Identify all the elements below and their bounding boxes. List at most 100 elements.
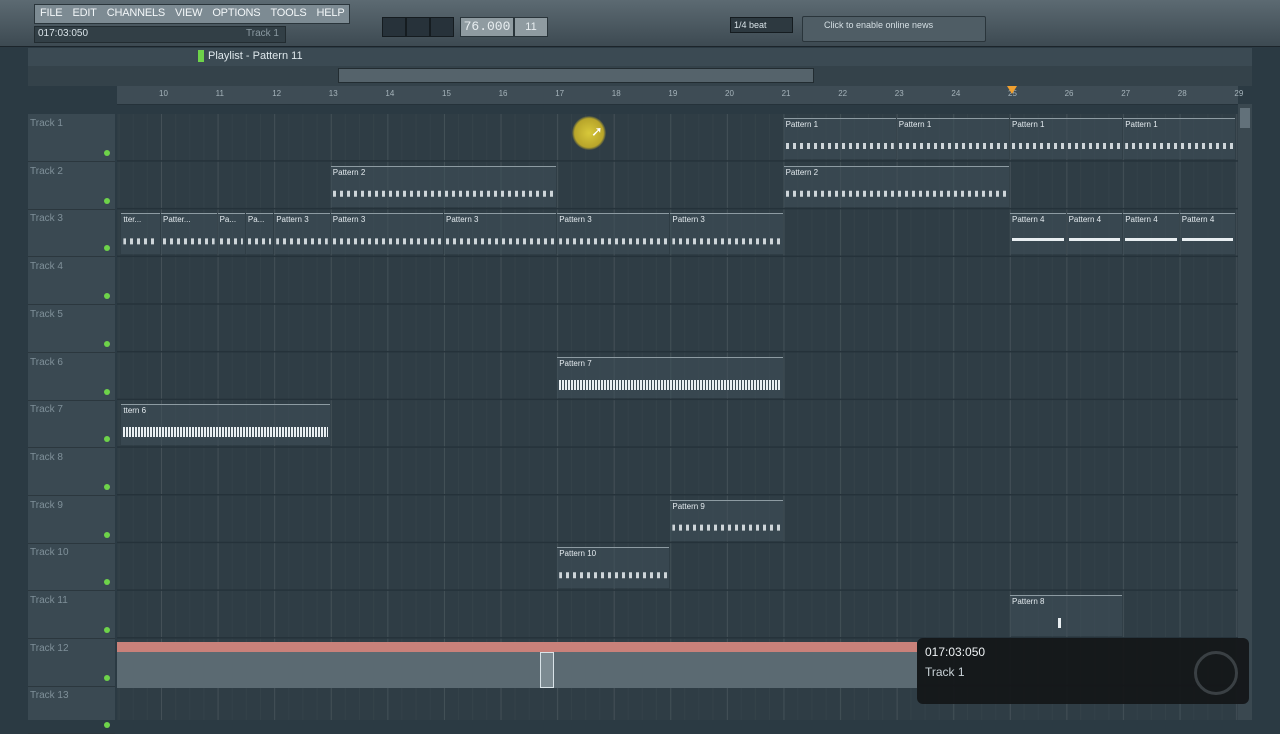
- tempo-display[interactable]: 76.000: [460, 17, 514, 37]
- pattern-clip[interactable]: Pattern 7: [557, 356, 783, 398]
- track-mute-icon[interactable]: [104, 197, 110, 204]
- track-name: Track 8: [30, 451, 63, 463]
- pattern-clip[interactable]: Pattern 1: [896, 118, 1009, 159]
- pattern-clip[interactable]: tter...: [121, 213, 160, 255]
- clip-label: Pattern 4: [1068, 215, 1102, 225]
- pattern-clip[interactable]: Pattern 1: [1010, 118, 1123, 159]
- pattern-clip[interactable]: Pattern 3: [444, 213, 557, 255]
- hint-track: Track 1: [246, 28, 279, 39]
- clip-label: Pattern 2: [332, 167, 366, 177]
- track-mute-icon[interactable]: [104, 293, 110, 300]
- timeline-ruler[interactable]: 10 11 12 13 14 15 16 17 18 19 20 21 22 23 24 25 26 27 28 29: [117, 86, 1243, 105]
- track-name: Track 11: [30, 595, 68, 606]
- track-header[interactable]: Track 11: [28, 591, 115, 639]
- clip-label: Pattern 3: [276, 215, 309, 225]
- menu-help[interactable]: HELP: [312, 5, 350, 23]
- menu-options[interactable]: OPTIONS: [207, 5, 265, 23]
- track-header[interactable]: Track 7: [28, 400, 115, 449]
- track-name: Track 9: [30, 499, 63, 511]
- track-mute-icon[interactable]: [104, 483, 110, 490]
- ruler-bar-number: 19: [668, 89, 678, 98]
- loading-circle-icon: [1194, 651, 1238, 695]
- pattern-clip[interactable]: Pattern 4: [1010, 213, 1066, 255]
- track-mute-icon[interactable]: [104, 340, 110, 347]
- pattern-selector[interactable]: 11: [514, 17, 548, 37]
- pattern-clip[interactable]: Pa...: [245, 213, 274, 255]
- horizontal-scrollbar[interactable]: [338, 68, 814, 83]
- clip-label: ttern 6: [123, 406, 147, 416]
- pattern-clip[interactable]: Pattern 10: [557, 547, 670, 589]
- track-mute-icon[interactable]: [104, 674, 110, 681]
- pattern-clip[interactable]: Pattern 2: [783, 165, 1009, 207]
- clip-preview: [1012, 143, 1121, 149]
- track-mute-icon[interactable]: [104, 722, 110, 729]
- ruler-bar-number: 21: [781, 89, 791, 98]
- online-news-text: Click to enable online news: [824, 20, 934, 30]
- menu-file[interactable]: FILE: [35, 5, 67, 23]
- pattern-clip[interactable]: Pattern 8: [1010, 595, 1123, 636]
- menu-view[interactable]: VIEW: [170, 5, 207, 23]
- pattern-clip[interactable]: Pattern 3: [557, 213, 670, 255]
- pattern-clip[interactable]: Pattern 1: [783, 118, 896, 159]
- ruler-bar-number: 29: [1234, 89, 1244, 98]
- clip-preview: [219, 238, 243, 245]
- ruler-bar-number: 27: [1121, 89, 1131, 98]
- clip-preview: [1012, 618, 1121, 628]
- playhead-marker-icon[interactable]: [1007, 86, 1017, 94]
- pattern-clip[interactable]: Pattern 4: [1179, 213, 1236, 255]
- track-header[interactable]: Track 12: [28, 639, 115, 687]
- vertical-scrollbar[interactable]: [1238, 104, 1252, 720]
- pause-button[interactable]: [382, 17, 406, 37]
- track-header[interactable]: Track 3: [28, 209, 115, 258]
- track-mute-icon[interactable]: [104, 579, 110, 586]
- clip-label: Pattern 1: [898, 120, 932, 129]
- clip-label: tter...: [123, 215, 142, 225]
- pattern-clip[interactable]: Pa...: [217, 213, 245, 255]
- track-name: Track 5: [30, 308, 63, 320]
- track-mute-icon[interactable]: [104, 245, 110, 252]
- track-mute-icon[interactable]: [104, 388, 110, 395]
- pattern-clip[interactable]: Pattern 3: [670, 213, 783, 255]
- vertical-scrollbar-thumb[interactable]: [1240, 108, 1250, 128]
- record-button[interactable]: [430, 17, 454, 37]
- pattern-clip[interactable]: Pattern 1: [1123, 118, 1236, 159]
- pattern-clip[interactable]: Pattern 4: [1066, 213, 1123, 255]
- clip-preview: [332, 190, 555, 197]
- pattern-clip[interactable]: Pattern 3: [330, 213, 443, 255]
- track-header[interactable]: Track 6: [28, 353, 115, 401]
- track-header[interactable]: Track 13: [28, 686, 115, 734]
- track-header[interactable]: Track 8: [28, 448, 115, 496]
- track-mute-icon[interactable]: [104, 531, 110, 538]
- pattern-clip[interactable]: Pattern 2: [330, 165, 557, 207]
- clip-preview: [163, 238, 215, 245]
- track-mute-icon[interactable]: [104, 150, 110, 156]
- track-list: Track 1 Track 2 Track 3 Track 4 Track 5 Track…: [28, 114, 115, 734]
- track-mute-icon[interactable]: [104, 627, 110, 633]
- pattern-clip[interactable]: Patter...: [161, 213, 217, 255]
- automation-handle[interactable]: [540, 652, 554, 688]
- menu-edit[interactable]: EDIT: [67, 5, 101, 23]
- clip-preview: [247, 238, 272, 245]
- stop-button[interactable]: [406, 17, 430, 37]
- clip-preview: [785, 190, 1007, 197]
- track-header[interactable]: Track 1: [28, 114, 115, 162]
- track-name: Track 3: [30, 213, 63, 225]
- clip-preview: [1125, 143, 1234, 149]
- clip-preview: [559, 238, 668, 245]
- track-header[interactable]: Track 9: [28, 496, 115, 544]
- pattern-clip[interactable]: Pattern 9: [670, 499, 783, 541]
- playlist-grid[interactable]: Pattern 1 Pattern 1 Pattern 1 Pattern 1 Patt…: [117, 114, 1238, 720]
- track-header[interactable]: Track 4: [28, 257, 115, 306]
- track-mute-icon[interactable]: [104, 436, 110, 443]
- snap-selector[interactable]: 1/4 beat: [730, 17, 793, 33]
- clip-preview: [559, 572, 668, 579]
- track-header[interactable]: Track 10: [28, 543, 115, 592]
- menu-tools[interactable]: TOOLS: [265, 5, 311, 23]
- pattern-clip[interactable]: ttern 6: [121, 404, 330, 446]
- pattern-clip[interactable]: Pattern 3: [274, 213, 330, 255]
- menu-channels[interactable]: CHANNELS: [102, 5, 170, 23]
- track-header[interactable]: Track 2: [28, 162, 115, 210]
- clip-preview: [559, 379, 781, 390]
- pattern-clip[interactable]: Pattern 4: [1123, 213, 1179, 255]
- track-header[interactable]: Track 5: [28, 305, 115, 353]
